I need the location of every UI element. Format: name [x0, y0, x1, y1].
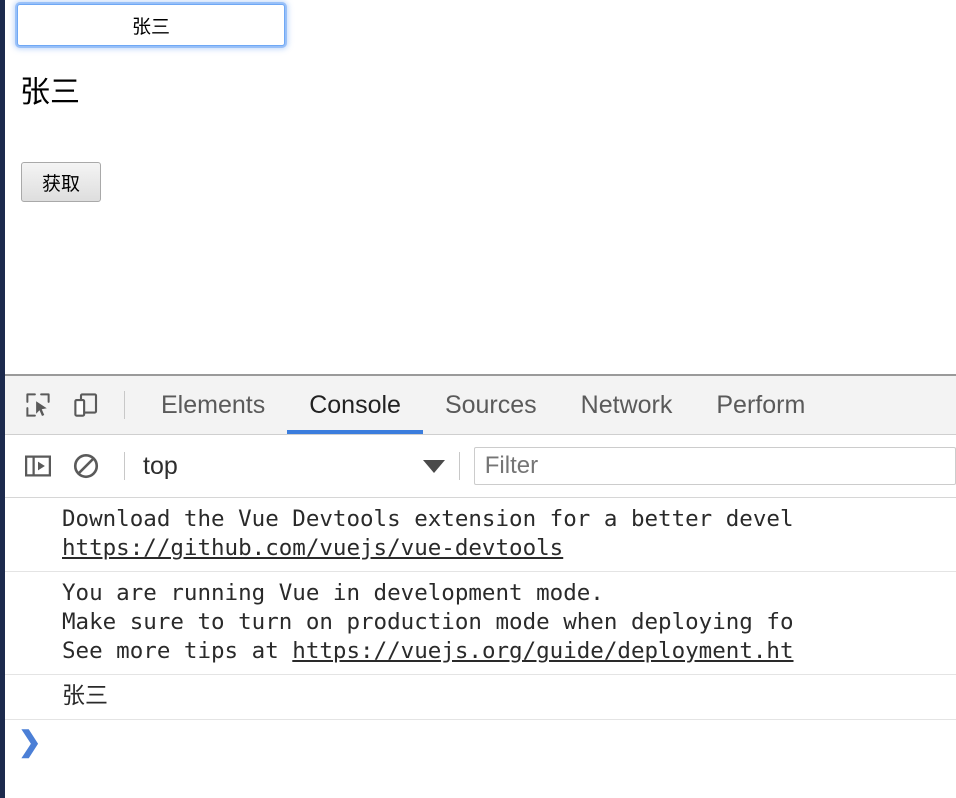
devtools-tabbar: Elements Console Sources Network Perform	[0, 376, 956, 435]
name-input-wrapper	[17, 4, 285, 46]
filterbar-divider-right	[458, 452, 460, 480]
name-input[interactable]	[17, 4, 285, 46]
console-message: You are running Vue in development mode.…	[0, 572, 956, 675]
console-log-line: You are running Vue in development mode.	[62, 580, 604, 606]
console-log-line: 张三	[62, 683, 108, 709]
prompt-chevron-icon: ❯	[18, 726, 42, 757]
screenshot-root: 张三 获取 Elements Co	[0, 0, 956, 798]
vue-devtools-link[interactable]: https://github.com/vuejs/vue-devtools	[62, 535, 563, 561]
console-context-value: top	[143, 451, 178, 480]
tab-console[interactable]: Console	[287, 376, 423, 434]
filterbar-divider-left	[124, 452, 125, 480]
fetch-button[interactable]: 获取	[21, 162, 101, 202]
console-log-line: Make sure to turn on production mode whe…	[62, 609, 794, 635]
console-log-line: Download the Vue Devtools extension for …	[62, 506, 794, 532]
left-edge-strip	[0, 0, 5, 798]
console-context-selector[interactable]: top	[139, 435, 445, 497]
console-log-line: https://github.com/vuejs/vue-devtools	[62, 534, 956, 563]
tab-label: Network	[580, 390, 673, 419]
tab-sources[interactable]: Sources	[423, 376, 559, 434]
console-filter-bar: top	[0, 435, 956, 498]
clear-console-icon[interactable]	[62, 435, 110, 497]
chevron-down-icon	[422, 459, 445, 473]
console-message: Download the Vue Devtools extension for …	[0, 498, 956, 572]
web-page-content: 张三 获取	[5, 0, 956, 374]
console-message-list: Download the Vue Devtools extension for …	[0, 498, 956, 764]
console-log-line: See more tips at https://vuejs.org/guide…	[62, 637, 956, 666]
console-message: 张三	[0, 675, 956, 720]
tab-label: Elements	[161, 390, 266, 419]
devtools-panel: Elements Console Sources Network Perform	[0, 374, 956, 798]
toolbar-divider	[124, 391, 125, 419]
console-log-text: See more tips at	[62, 638, 293, 664]
vue-deployment-link[interactable]: https://vuejs.org/guide/deployment.ht	[292, 638, 793, 664]
device-toolbar-icon[interactable]	[62, 376, 110, 434]
inspect-element-icon[interactable]	[14, 376, 62, 434]
tab-network[interactable]: Network	[559, 376, 695, 434]
console-prompt-row[interactable]: ❯	[0, 720, 956, 764]
tab-elements[interactable]: Elements	[139, 376, 287, 434]
tab-label: Sources	[444, 390, 537, 419]
tab-label: Console	[309, 390, 401, 419]
name-display-text: 张三	[20, 75, 80, 110]
tab-performance[interactable]: Perform	[694, 376, 827, 434]
tab-label: Perform	[716, 390, 806, 419]
console-filter-input[interactable]	[473, 447, 956, 485]
console-sidebar-toggle-icon[interactable]	[14, 435, 62, 497]
